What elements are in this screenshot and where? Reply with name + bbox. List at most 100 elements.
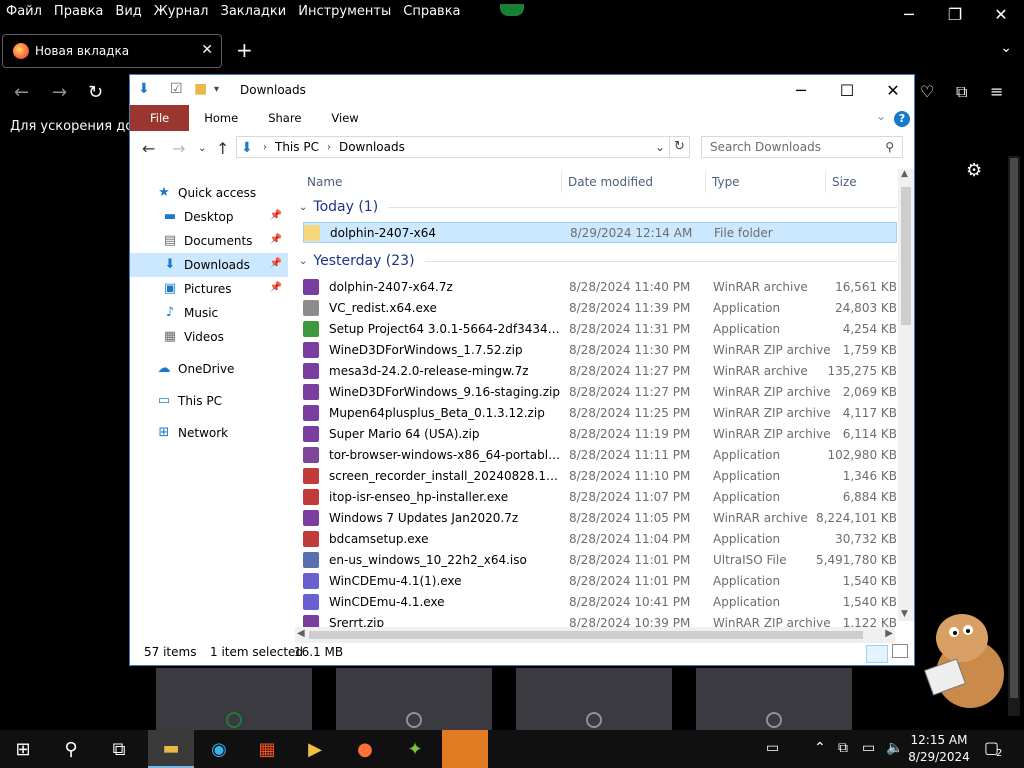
table-row[interactable]: Setup Project64 3.0.1-5664-2df3434.exe 8/… [303,318,897,339]
group-header[interactable]: ⌄ Yesterday (23) [295,249,897,273]
table-row[interactable]: WineD3DForWindows_9.16-staging.zip 8/28/2… [303,381,897,402]
back-icon[interactable]: ← [142,139,155,158]
tab-new[interactable]: Новая вкладка ✕ [2,34,222,68]
column-separator[interactable] [825,171,826,193]
tab-share[interactable]: Share [253,105,316,131]
sidebar-item-onedrive[interactable]: ☁ OneDrive [130,357,288,381]
large-icons-view-icon[interactable] [892,644,908,658]
scrollbar-thumb[interactable] [1010,158,1018,698]
media-player-icon[interactable]: ▶ [292,730,338,768]
table-row[interactable]: itop-isr-enseo_hp-installer.exe 8/28/2024… [303,486,897,507]
column-date-modified[interactable]: Date modified [568,175,653,189]
shortcut-tile[interactable] [696,668,852,730]
sidebar-item-this-pc[interactable]: ▭ This PC [130,389,288,413]
column-separator[interactable] [705,171,706,193]
breadcrumb-this-pc[interactable]: This PC [275,140,319,154]
menu-tools[interactable]: Инструменты [292,4,397,19]
table-row[interactable]: en-us_windows_10_22h2_x64.iso 8/28/2024 1… [303,549,897,570]
recent-locations-icon[interactable]: ⌄ [198,143,206,154]
sidebar-item-network[interactable]: ⊞ Network [130,421,288,445]
tab-home[interactable]: Home [189,105,253,131]
quick-access-dropdown-icon[interactable]: ▾ [214,84,219,95]
chevron-up-icon[interactable]: ⌃ [814,740,826,756]
menu-history[interactable]: Журнал [148,4,215,19]
close-icon[interactable]: ✕ [870,75,916,105]
menu-view[interactable]: Вид [109,4,147,19]
breadcrumb-downloads[interactable]: Downloads [339,140,405,154]
table-row[interactable]: WinCDEmu-4.1(1).exe 8/28/2024 11:01 PM App… [303,570,897,591]
shortcut-tile[interactable] [516,668,672,730]
sidebar-item-downloads[interactable]: ⬇ Downloads 📌 [130,253,288,277]
table-row[interactable]: WineD3DForWindows_1.7.52.zip 8/28/2024 11… [303,339,897,360]
menu-file[interactable]: Файл [0,4,48,19]
download-arrow-icon[interactable]: ⬇ [138,81,150,97]
search-input[interactable]: Search Downloads ⚲ [701,136,903,158]
column-separator[interactable] [561,171,562,193]
shortcut-tile[interactable] [336,668,492,730]
scrollbar-thumb[interactable] [901,187,911,325]
address-dropdown-icon[interactable]: ⌄ [655,140,665,154]
folder-icon[interactable]: ■ [194,81,207,97]
sidebar-item-quick-access[interactable]: ★ Quick access [130,181,288,205]
table-row[interactable]: WinCDEmu-4.1.exe 8/28/2024 10:41 PM Applic… [303,591,897,612]
vertical-scrollbar[interactable]: ▲ ▼ [898,169,914,621]
edge-icon[interactable]: ◉ [196,730,242,768]
breadcrumb-separator-icon[interactable]: › [263,142,267,153]
group-header[interactable]: ⌄ Today (1) [295,195,897,219]
breadcrumb-separator-icon[interactable]: › [327,142,331,153]
scroll-down-icon[interactable]: ▼ [901,609,908,619]
minimize-icon[interactable]: ─ [886,0,932,28]
scrollbar-thumb[interactable] [309,631,863,639]
sidebar-item-desktop[interactable]: ▬ Desktop 📌 [130,205,288,229]
details-view-icon[interactable] [866,645,888,663]
help-icon[interactable]: ? [894,111,910,127]
minimize-icon[interactable]: ─ [778,75,824,105]
column-size[interactable]: Size [832,175,857,189]
table-row[interactable]: Mupen64plusplus_Beta_0.1.3.12.zip 8/28/20… [303,402,897,423]
new-tab-icon[interactable]: + [236,38,253,62]
table-row[interactable]: bdcamsetup.exe 8/28/2024 11:04 PM Applicat… [303,528,897,549]
network-icon[interactable]: ▭ [862,740,875,756]
column-type[interactable]: Type [712,175,740,189]
close-icon[interactable]: ✕ [978,0,1024,28]
close-tab-icon[interactable]: ✕ [201,42,213,58]
refresh-icon[interactable]: ↻ [670,136,690,158]
properties-icon[interactable]: ☑ [170,81,183,97]
back-icon[interactable]: ← [14,82,29,103]
table-row[interactable]: Windows 7 Updates Jan2020.7z 8/28/2024 11… [303,507,897,528]
scroll-left-icon[interactable]: ◀ [297,628,305,639]
tab-file[interactable]: File [130,105,190,131]
scroll-up-icon[interactable]: ▲ [901,169,908,179]
app-icon[interactable]: ✦ [392,730,438,768]
store-icon[interactable]: ▦ [244,730,290,768]
clock[interactable]: 12:15 AM 8/29/2024 [904,732,974,766]
restore-icon[interactable]: ❐ [932,0,978,28]
column-name[interactable]: Name [307,175,342,189]
extensions-icon[interactable]: ⧉ [956,82,967,102]
pocket-icon[interactable]: ♡ [920,82,934,101]
start-icon[interactable]: ⊞ [0,730,46,768]
sidebar-item-pictures[interactable]: ▣ Pictures 📌 [130,277,288,301]
table-row[interactable]: VC_redist.x64.exe 8/28/2024 11:39 PM Appli… [303,297,897,318]
up-icon[interactable]: ↑ [216,139,229,158]
sidebar-item-music[interactable]: ♪ Music [130,301,288,325]
menu-help[interactable]: Справка [397,4,466,19]
active-app-icon[interactable] [442,730,488,768]
table-row[interactable]: mesa3d-24.2.0-release-mingw.7z 8/28/2024 … [303,360,897,381]
menu-icon[interactable]: ≡ [990,82,1003,101]
table-row[interactable]: screen_recorder_install_20240828.1-17248… [303,465,897,486]
firefox-icon[interactable]: ● [342,730,388,768]
keyboard-icon[interactable]: ▭ [766,740,779,756]
pin-icon[interactable]: 📌 [270,234,282,245]
meet-now-icon[interactable]: ⧉ [838,740,848,756]
forward-icon[interactable]: → [52,82,67,103]
ribbon-expand-icon[interactable]: ⌄ [876,109,886,123]
collapse-icon[interactable]: ⌄ [299,256,307,267]
address-bar[interactable]: ⬇ › This PC › Downloads ⌄ [236,136,670,158]
table-row[interactable]: tor-browser-windows-x86_64-portable-1...… [303,444,897,465]
menu-bookmarks[interactable]: Закладки [215,4,293,19]
tab-view[interactable]: View [316,105,373,131]
sidebar-item-videos[interactable]: ▦ Videos [130,325,288,349]
collapse-icon[interactable]: ⌄ [299,202,307,213]
file-explorer-icon[interactable]: ▬ [148,730,194,768]
